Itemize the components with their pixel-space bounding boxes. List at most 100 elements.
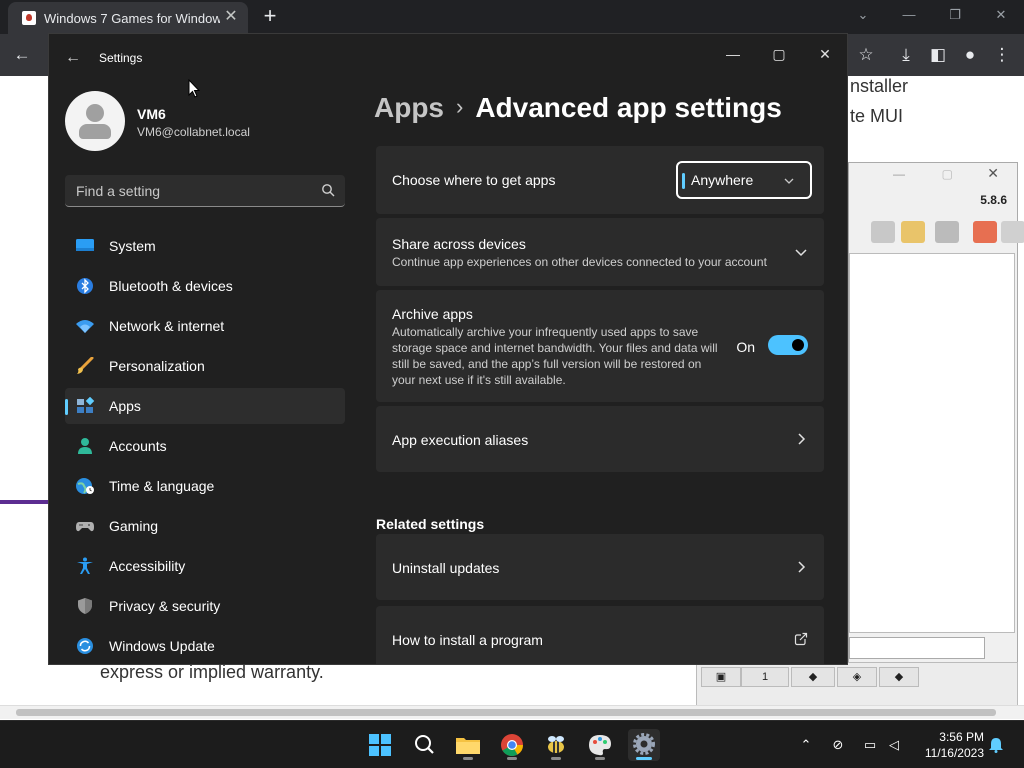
search-input[interactable]: [65, 175, 315, 206]
taskbar-chrome[interactable]: [496, 729, 528, 761]
globe-clock-icon: [76, 478, 94, 494]
browser-minimize-button[interactable]: —: [896, 4, 922, 26]
version-label: 5.8.6: [980, 193, 1007, 207]
inner-list[interactable]: [849, 253, 1015, 633]
notification-bell-icon[interactable]: [986, 735, 1006, 755]
nav-label: Bluetooth & devices: [109, 278, 233, 294]
tray-clock[interactable]: 3:56 PM 11/16/2023: [925, 729, 984, 761]
new-tab-button[interactable]: +: [258, 4, 282, 28]
page-accent-bar: [0, 500, 50, 504]
browser-back-icon[interactable]: ←: [10, 43, 34, 67]
chevron-right-icon: [798, 561, 806, 573]
nav-item-gaming[interactable]: Gaming: [65, 508, 345, 544]
nav-item-apps[interactable]: Apps: [65, 388, 345, 424]
card-title: App execution aliases: [392, 432, 529, 448]
app-source-dropdown[interactable]: Anywhere: [676, 161, 812, 199]
card-choose-apps: Choose where to get apps Anywhere: [376, 146, 824, 214]
display-icon[interactable]: ▭: [860, 735, 880, 755]
nav-label: Network & internet: [109, 318, 225, 334]
nav-label: Time & language: [109, 478, 215, 494]
update-icon: [77, 638, 93, 654]
apps-icon: [77, 397, 95, 413]
tool-icon[interactable]: [871, 221, 895, 243]
breadcrumb-parent[interactable]: Apps: [374, 92, 444, 123]
bookmark-star-icon[interactable]: ☆: [854, 43, 878, 67]
search-icon[interactable]: [321, 183, 335, 197]
close-button[interactable]: ✕: [807, 40, 843, 68]
card-app-execution-aliases[interactable]: App execution aliases: [376, 406, 824, 472]
search-icon: [415, 735, 434, 754]
inner-maximize-icon[interactable]: ▢: [942, 167, 953, 181]
status-cell-icon[interactable]: ◆: [791, 667, 835, 687]
network-disconnected-icon[interactable]: ⊘: [828, 735, 848, 755]
browser-tab[interactable]: Windows 7 Games for Windows ✕: [8, 2, 248, 34]
install-icon[interactable]: [973, 221, 997, 243]
browser-tab-title: Windows 7 Games for Windows: [44, 11, 220, 26]
status-cell-count[interactable]: 1: [741, 667, 789, 687]
inner-input[interactable]: [849, 637, 985, 659]
nav-item-system[interactable]: System: [65, 228, 345, 264]
minimize-button[interactable]: —: [715, 40, 751, 68]
avatar-head: [86, 104, 104, 122]
card-description: Continue app experiences on other device…: [392, 255, 767, 269]
status-cell-icon[interactable]: ◆: [879, 667, 919, 687]
taskbar-paint[interactable]: [584, 729, 616, 761]
inner-close-icon[interactable]: ✕: [987, 165, 999, 182]
taskbar-app-bee[interactable]: [540, 729, 572, 761]
close-tab-icon[interactable]: ✕: [222, 8, 240, 26]
trash-icon[interactable]: [1001, 221, 1024, 243]
pencil-icon[interactable]: [901, 221, 925, 243]
nav-label: Accounts: [109, 438, 167, 454]
browser-menu-icon[interactable]: ⋮: [990, 43, 1014, 67]
start-button[interactable]: [364, 729, 396, 761]
tab-search-chevron-icon[interactable]: ⌄: [850, 4, 876, 26]
related-settings-heading: Related settings: [376, 516, 485, 532]
nav-item-windows-update[interactable]: Windows Update: [65, 628, 345, 664]
nav-item-time-language[interactable]: Time & language: [65, 468, 345, 504]
side-panel-icon[interactable]: ◧: [926, 43, 950, 67]
bluetooth-icon: [77, 278, 93, 294]
inner-minimize-icon[interactable]: —: [893, 167, 905, 181]
tray-time: 3:56 PM: [939, 730, 984, 744]
tray-chevron-up-icon[interactable]: ⌃: [796, 735, 816, 755]
download-icon[interactable]: ⤓: [894, 43, 918, 67]
page-text: te MUI: [850, 106, 904, 126]
card-how-to-install[interactable]: How to install a program: [376, 606, 824, 664]
card-uninstall-updates[interactable]: Uninstall updates: [376, 534, 824, 600]
archive-apps-toggle[interactable]: [768, 335, 808, 355]
card-share-devices[interactable]: Share across devices Continue app experi…: [376, 218, 824, 286]
profile-icon[interactable]: ●: [958, 43, 982, 67]
chevron-down-icon[interactable]: [794, 245, 808, 259]
volume-muted-icon[interactable]: ◁: [884, 735, 904, 755]
tools-icon[interactable]: [935, 221, 959, 243]
monitor-icon: [76, 239, 94, 251]
browser-restore-button[interactable]: ❐: [942, 4, 968, 26]
taskbar-settings[interactable]: [628, 729, 660, 761]
maximize-button[interactable]: ▢: [761, 40, 797, 68]
nav-label: Accessibility: [109, 558, 186, 574]
card-description: Automatically archive your infrequently …: [392, 325, 718, 387]
avatar[interactable]: [65, 91, 125, 151]
mouse-cursor-icon: [188, 79, 200, 98]
taskbar-file-explorer[interactable]: [452, 729, 484, 761]
settings-window-title: Settings: [99, 51, 143, 65]
status-cell-icon[interactable]: ▣: [701, 667, 741, 687]
tray-date: 11/16/2023: [924, 746, 984, 760]
nav-item-network[interactable]: Network & internet: [65, 308, 345, 344]
back-arrow-icon[interactable]: ←: [63, 48, 83, 68]
browser-tab-bar: Windows 7 Games for Windows ✕ + ⌄ — ❐ ✕: [0, 0, 1024, 34]
nav-item-accounts[interactable]: Accounts: [65, 428, 345, 464]
browser-close-button[interactable]: ✕: [988, 4, 1014, 26]
taskbar-search-button[interactable]: [408, 729, 440, 761]
card-title: How to install a program: [392, 632, 543, 648]
status-cell-icon[interactable]: ◈: [837, 667, 877, 687]
horizontal-scrollbar[interactable]: [0, 705, 1024, 719]
nav-item-accessibility[interactable]: Accessibility: [65, 548, 345, 584]
scrollbar-thumb[interactable]: [16, 709, 996, 716]
card-title: Choose where to get apps: [392, 172, 556, 188]
search-box[interactable]: [65, 175, 345, 207]
wifi-icon: [76, 320, 94, 333]
nav-item-bluetooth[interactable]: Bluetooth & devices: [65, 268, 345, 304]
nav-item-personalization[interactable]: Personalization: [65, 348, 345, 384]
nav-item-privacy[interactable]: Privacy & security: [65, 588, 345, 624]
